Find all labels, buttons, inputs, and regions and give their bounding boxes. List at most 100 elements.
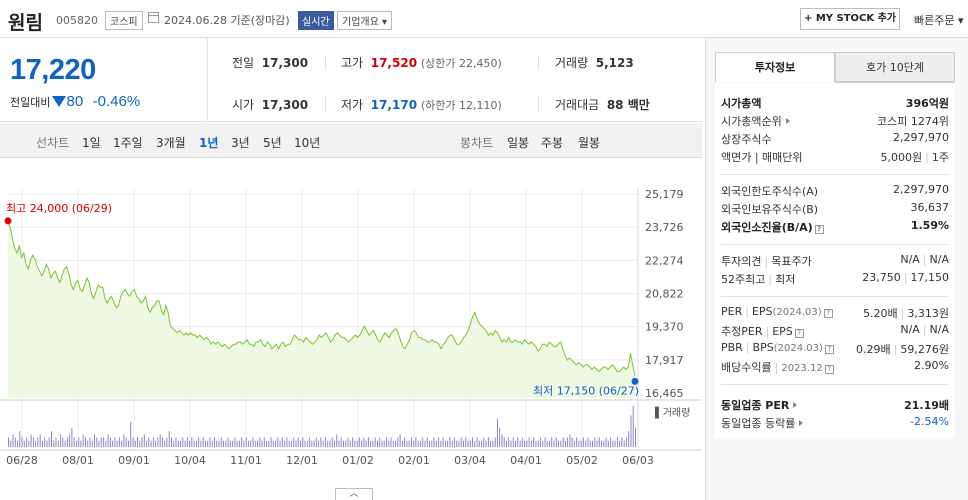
tab-monthly-candle[interactable]: 월봉 bbox=[578, 134, 600, 151]
quick-order-dropdown[interactable]: 빠른주문 ▾ bbox=[914, 12, 964, 28]
chart-period-tabs: 선차트 1일 1주일 3개월 1년 3년 5년 10년 봉차트 일봉 주봉 월봉 bbox=[0, 123, 702, 158]
volume-bar bbox=[598, 437, 600, 447]
collapse-chevron-icon[interactable]: ︿ bbox=[335, 488, 373, 500]
volume-bar bbox=[266, 440, 267, 447]
market-cap-rank-row[interactable]: 시가총액순위 코스피 1274위 bbox=[721, 113, 949, 129]
volume-bar bbox=[438, 437, 440, 447]
volume-bar bbox=[469, 440, 471, 447]
tab-10y[interactable]: 10년 bbox=[294, 134, 320, 151]
stock-name: 원림 bbox=[8, 12, 43, 34]
volume-bar bbox=[125, 437, 127, 447]
tab-3m[interactable]: 3개월 bbox=[156, 134, 186, 151]
volume-bar bbox=[487, 437, 489, 447]
tab-1y[interactable]: 1년 bbox=[199, 134, 218, 151]
industry-change-row[interactable]: 동일업종 등락률 -2.54% bbox=[721, 415, 949, 431]
tab-daily-candle[interactable]: 일봉 bbox=[507, 134, 529, 151]
volume-bar bbox=[186, 437, 188, 447]
volume-bar bbox=[503, 437, 505, 447]
volume-bar bbox=[623, 440, 625, 447]
volume-bar bbox=[182, 437, 184, 447]
price-change: 전일대비 80 -0.46% bbox=[10, 93, 140, 110]
listed-shares-row: 상장주식수 2,297,970 bbox=[721, 131, 949, 146]
volume-bar bbox=[216, 440, 218, 447]
volume-bar bbox=[510, 440, 512, 447]
tab-weekly-candle[interactable]: 주봉 bbox=[541, 134, 563, 151]
volume-bar bbox=[562, 437, 564, 447]
y-tick-label: 20,822 bbox=[645, 288, 684, 301]
volume: 거래량 5,123 bbox=[555, 56, 634, 70]
volume-bar bbox=[116, 440, 118, 447]
market-badge: 코스피 bbox=[105, 11, 143, 30]
volume-bar bbox=[605, 437, 607, 447]
volume-bar bbox=[134, 440, 136, 447]
volume-bar bbox=[410, 437, 412, 447]
volume-bar bbox=[478, 440, 480, 447]
volume-bar bbox=[270, 437, 272, 447]
volume-bar bbox=[311, 440, 313, 447]
high-annotation: 최고 24,000 (06/29) bbox=[6, 202, 112, 215]
price-chart[interactable]: 25,179 23,726 22,274 20,822 19,370 17,917 16,4… bbox=[0, 160, 702, 500]
volume-bar bbox=[318, 440, 320, 447]
volume-bar bbox=[123, 434, 125, 447]
volume-bar bbox=[42, 440, 43, 447]
caret-right-icon bbox=[785, 118, 790, 124]
realtime-button[interactable]: 실시간 bbox=[298, 11, 334, 30]
volume-bar bbox=[512, 437, 514, 447]
add-mystock-button[interactable]: + MY STOCK 추가 bbox=[800, 8, 900, 30]
volume-bar bbox=[447, 440, 449, 447]
volume-bar bbox=[460, 437, 462, 447]
volume-bar bbox=[329, 440, 331, 447]
y-tick-label: 25,179 bbox=[645, 188, 684, 201]
volume-bar bbox=[275, 440, 277, 447]
volume-bar bbox=[381, 440, 383, 447]
volume-bar bbox=[386, 437, 387, 447]
x-tick-label: 06/28 bbox=[6, 454, 38, 467]
change-rate: -0.46% bbox=[92, 93, 141, 110]
volume-bar bbox=[537, 440, 539, 447]
volume-bars bbox=[8, 406, 636, 447]
volume-bar bbox=[345, 440, 347, 447]
dividend-yield-row: 배당수익률 | 2023.12? 2.90% bbox=[721, 359, 949, 374]
volume-bar bbox=[286, 437, 288, 447]
low-annotation: 최저 17,150 (06/27) bbox=[533, 384, 639, 397]
volume-bar bbox=[87, 440, 89, 447]
volume-bar bbox=[98, 440, 100, 447]
y-axis-ticks: 25,179 23,726 22,274 20,822 19,370 17,917 16,4… bbox=[645, 188, 684, 400]
tab-quote-10[interactable]: 호가 10단계 bbox=[835, 52, 955, 82]
volume-bar bbox=[168, 431, 170, 447]
tab-investment-info[interactable]: 투자정보 bbox=[715, 52, 835, 82]
volume-bar bbox=[191, 437, 193, 447]
volume-bar bbox=[107, 434, 109, 447]
volume-bar bbox=[227, 437, 229, 447]
volume-bar bbox=[223, 440, 224, 447]
volume-bar bbox=[388, 440, 390, 447]
tab-3y[interactable]: 3년 bbox=[231, 134, 250, 151]
volume-bar bbox=[324, 437, 326, 447]
stock-header: 원림 005820 코스피 2024.06.28 기준(장마감) 실시간 기업개… bbox=[0, 0, 968, 38]
volume-bar bbox=[592, 440, 593, 447]
tab-5y[interactable]: 5년 bbox=[263, 134, 282, 151]
volume-bar bbox=[429, 440, 430, 447]
volume-bar bbox=[137, 437, 138, 447]
volume-bar bbox=[390, 437, 392, 447]
volume-bar bbox=[159, 434, 161, 447]
per-eps-row: PER | EPS(2024.03)? 5.20배 | 3,313원 bbox=[721, 305, 949, 320]
volume-bar bbox=[399, 434, 401, 447]
help-icon: ? bbox=[794, 329, 804, 338]
volume-bar bbox=[490, 440, 492, 447]
volume-bar bbox=[549, 440, 550, 447]
industry-per-row[interactable]: 동일업종 PER 21.19배 bbox=[721, 397, 949, 413]
volume-bar bbox=[539, 437, 541, 447]
volume-bar bbox=[356, 440, 358, 447]
volume-bar bbox=[578, 440, 580, 447]
trade-amount: 거래대금 88 백만 bbox=[555, 98, 650, 112]
volume-bar bbox=[272, 440, 274, 447]
volume-bar bbox=[596, 440, 598, 447]
company-overview-dropdown[interactable]: 기업개요 ▾ bbox=[337, 11, 392, 30]
tab-1w[interactable]: 1주일 bbox=[113, 134, 143, 151]
volume-bar bbox=[141, 437, 143, 447]
tab-1d[interactable]: 1일 bbox=[82, 134, 101, 151]
52week-row: 52주최고 | 최저 23,750 | 17,150 bbox=[721, 271, 949, 286]
volume-bar bbox=[417, 440, 419, 447]
volume-bar bbox=[53, 440, 55, 447]
